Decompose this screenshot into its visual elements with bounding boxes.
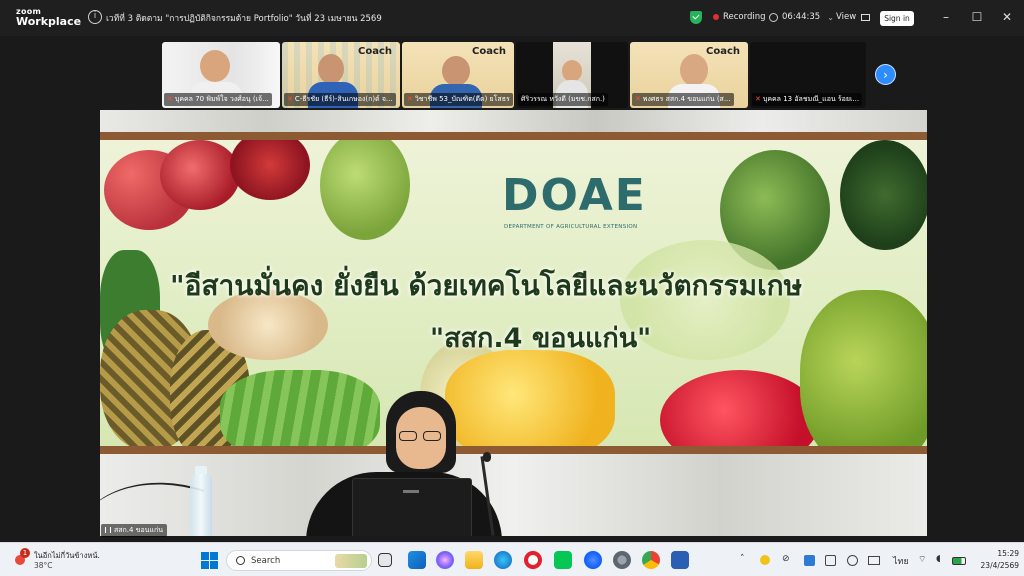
- signal-icon: [105, 527, 111, 533]
- meeting-timer[interactable]: 06:44:35 ⌄: [769, 12, 834, 22]
- task-view-icon[interactable]: [378, 553, 392, 567]
- participant-tile[interactable]: ศิริวรรณ หวังดี (มขช.กสก.): [516, 42, 628, 108]
- close-icon[interactable]: ✕: [1000, 10, 1014, 24]
- shield-icon[interactable]: [690, 11, 702, 24]
- mic-muted-icon: ✕: [755, 95, 761, 103]
- doae-logo-subtitle: DEPARTMENT OF AGRICULTURAL EXTENSION: [504, 224, 638, 230]
- participant-tile[interactable]: ✕ บุคคล 70 พิมพ์ใจ วงศ์อนุ (เจ้...: [162, 42, 280, 108]
- minimize-icon[interactable]: –: [939, 10, 953, 24]
- search-icon: [236, 556, 245, 565]
- recording-indicator[interactable]: Recording: [713, 12, 766, 22]
- tray-update-icon[interactable]: [847, 555, 858, 566]
- info-icon[interactable]: i: [88, 10, 102, 24]
- line-app-icon[interactable]: [554, 551, 572, 569]
- doae-logo: DOAE: [502, 170, 647, 221]
- tray-security-icon[interactable]: [825, 555, 836, 566]
- copilot-icon[interactable]: [436, 551, 454, 569]
- language-indicator[interactable]: ไทย: [893, 554, 909, 568]
- recording-label: Recording: [723, 12, 766, 22]
- doae-banner: DOAE DEPARTMENT OF AGRICULTURAL EXTENSIO…: [100, 140, 927, 446]
- view-button[interactable]: View: [836, 12, 871, 22]
- maximize-icon[interactable]: ☐: [970, 10, 984, 24]
- speaker-name-label: สสก.4 ขอนแก่น: [101, 524, 167, 537]
- weather-widget[interactable]: 1 ในอีกไม่กี่วันข้างหน้... 38°C: [12, 548, 100, 573]
- search-label: Search: [251, 556, 281, 566]
- speaker-icon[interactable]: ◖: [936, 554, 941, 564]
- mic-muted-icon: ✕: [287, 95, 293, 103]
- participant-tile[interactable]: Coach ✕ พงศธร สสก.4 ขอนแก่น (ส...: [630, 42, 748, 108]
- title-bar: zoom Workplace i เวทีที่ 3 ติดตาม "การปฏ…: [0, 0, 1024, 36]
- clock-icon: [769, 12, 778, 22]
- clock-date: 23/4/2569: [980, 561, 1019, 570]
- laptop: [352, 478, 472, 536]
- water-bottle: [190, 474, 212, 536]
- mic-muted-icon: ✕: [167, 95, 173, 103]
- widget-app-icon[interactable]: [408, 551, 426, 569]
- banner-slogan: "อีสานมั่นคง ยั่งยืน ด้วยเทคโนโลยีและนวั…: [170, 269, 803, 302]
- next-page-icon[interactable]: ›: [875, 64, 896, 85]
- taskbar-search[interactable]: Search: [226, 550, 372, 571]
- wifi-icon[interactable]: ⌔: [918, 554, 926, 565]
- file-explorer-icon[interactable]: [465, 551, 483, 569]
- participant-name: ✕ พงศธร สสก.4 ขอนแก่น (ส...: [632, 93, 734, 106]
- edge-icon[interactable]: [494, 551, 512, 569]
- word-icon[interactable]: [671, 551, 689, 569]
- chrome-icon[interactable]: [642, 551, 660, 569]
- participant-name: ✕ บุคคล 70 พิมพ์ใจ วงศ์อนุ (เจ้...: [164, 93, 272, 106]
- zoom-app-icon[interactable]: [584, 551, 602, 569]
- participant-name: ✕ วิชาชีพ 53_บัณฑิต(ดีต) ยโสธร: [404, 93, 513, 106]
- zoom-logo: zoom Workplace: [16, 7, 81, 27]
- recording-dot-icon: [713, 14, 719, 20]
- clock-time: 15:29: [997, 549, 1019, 558]
- windows-start-icon[interactable]: [200, 551, 218, 569]
- participant-strip: ✕ บุคคล 70 พิมพ์ใจ วงศ์อนุ (เจ้... Coach …: [0, 36, 1024, 110]
- coach-label: Coach: [357, 46, 392, 57]
- battery-icon[interactable]: [952, 557, 966, 565]
- coach-label: Coach: [705, 46, 740, 57]
- participant-tile[interactable]: Coach ✕ C-ธีรชัย (ธีร์)-สินเกษอง(ก)ต์ จ..…: [282, 42, 400, 108]
- logo-bottom-text: Workplace: [16, 15, 82, 28]
- participant-name: ศิริวรรณ หวังดี (มขช.กสก.): [518, 93, 608, 106]
- coach-label: Coach: [471, 46, 506, 57]
- timer-value: 06:44:35: [782, 12, 821, 22]
- weather-temp: 38°C: [34, 561, 53, 570]
- notification-badge: 1: [20, 548, 30, 558]
- opera-icon[interactable]: [524, 551, 542, 569]
- participant-name: ✕ C-ธีรชัย (ธีร์)-สินเกษอง(ก)ต์ จ...: [284, 93, 396, 106]
- system-clock[interactable]: 15:29 23/4/2569: [979, 548, 1019, 572]
- active-speaker-video[interactable]: DOAE DEPARTMENT OF AGRICULTURAL EXTENSIO…: [100, 110, 927, 536]
- tray-network-off-icon[interactable]: ⊘: [782, 554, 790, 564]
- tray-app-icon[interactable]: [760, 555, 770, 565]
- taskbar: 1 ในอีกไม่กี่วันข้างหน้... 38°C Search ˄…: [0, 542, 1024, 576]
- participant-tile[interactable]: ✕ บุคคล 13 อัลชมณี_แอน ร้อยเ...: [750, 42, 866, 108]
- tray-app-icon[interactable]: [804, 555, 815, 566]
- view-label: View: [836, 12, 857, 22]
- meeting-title: เวทีที่ 3 ติดตาม "การปฏิบัติกิจกรรมด้าย …: [106, 14, 382, 24]
- chevron-up-icon[interactable]: ˄: [740, 554, 745, 564]
- chevron-down-icon: ⌄: [827, 12, 834, 22]
- banner-office-name: "สสก.4 ขอนแก่น": [430, 323, 652, 354]
- tray-keyboard-icon[interactable]: [868, 556, 880, 565]
- mic-muted-icon: ✕: [635, 95, 641, 103]
- grid-icon: [861, 13, 871, 21]
- sign-in-button[interactable]: Sign in: [880, 11, 914, 26]
- settings-icon[interactable]: [613, 551, 631, 569]
- participant-tile[interactable]: Coach ✕ วิชาชีพ 53_บัณฑิต(ดีต) ยโสธร: [402, 42, 514, 108]
- search-highlight-image: [335, 554, 367, 568]
- participant-name: ✕ บุคคล 13 อัลชมณี_แอน ร้อยเ...: [752, 93, 863, 106]
- microphone: [483, 452, 491, 462]
- mic-muted-icon: ✕: [407, 95, 413, 103]
